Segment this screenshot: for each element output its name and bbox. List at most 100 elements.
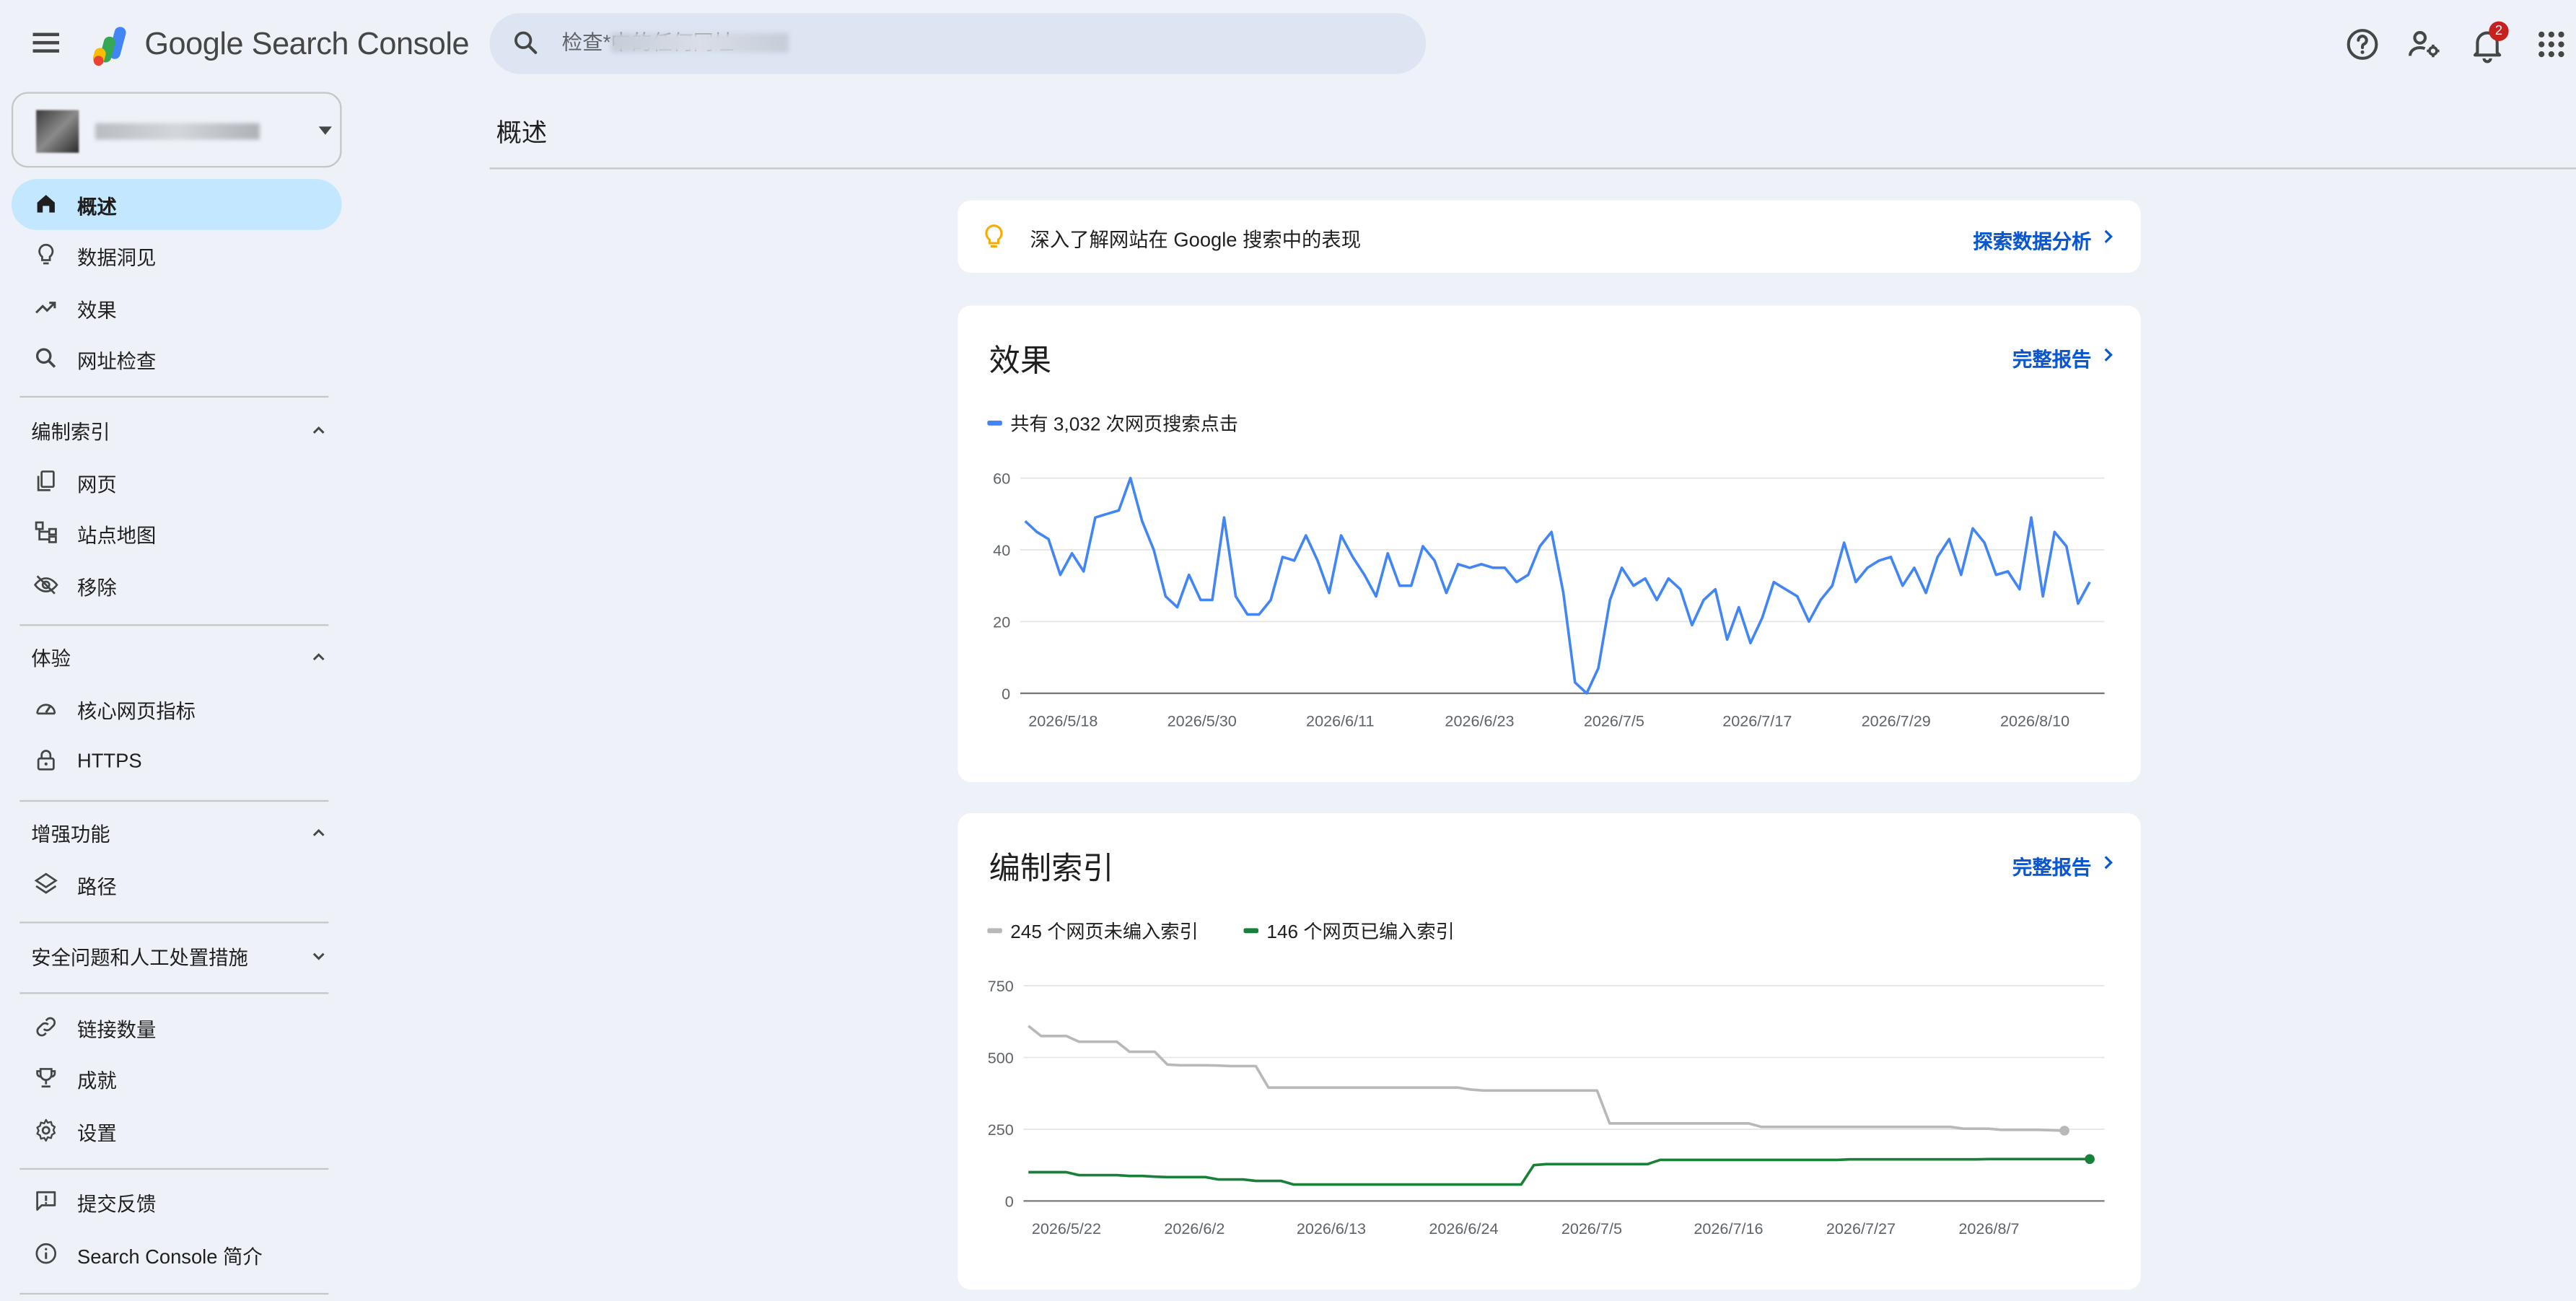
page-title: 概述 bbox=[496, 120, 548, 148]
divider bbox=[489, 167, 2576, 170]
y-tick-label: 20 bbox=[993, 613, 1010, 631]
property-name-redacted bbox=[95, 123, 260, 140]
sidebar-item-core-web-vitals[interactable]: 核心网页指标 bbox=[12, 683, 342, 735]
legend-label: 146 个网页已编入索引 bbox=[1266, 923, 1455, 943]
manage-users-icon[interactable] bbox=[2405, 25, 2445, 64]
sidebar-item-removals[interactable]: 移除 bbox=[12, 560, 342, 611]
sidebar-item-label: 效果 bbox=[77, 299, 117, 323]
legend-swatch bbox=[987, 929, 1002, 934]
legend-swatch bbox=[987, 421, 1002, 426]
sidebar-item-url-inspection[interactable]: 网址检查 bbox=[12, 333, 342, 385]
caret-down-icon bbox=[318, 126, 332, 135]
full-report-link[interactable]: 完整报告 bbox=[2012, 345, 2091, 373]
x-tick-label: 2026/5/22 bbox=[1032, 1219, 1101, 1238]
sidebar-item-breadcrumbs[interactable]: 路径 bbox=[12, 859, 342, 911]
y-tick-label: 0 bbox=[1005, 1192, 1014, 1210]
full-report-link[interactable]: 完整报告 bbox=[2012, 853, 2091, 881]
sidebar-item-label: 核心网页指标 bbox=[77, 699, 196, 723]
section-label: 安全问题和人工处置措施 bbox=[31, 946, 248, 970]
sidebar-item-label: 成就 bbox=[77, 1069, 117, 1093]
pages-icon bbox=[37, 470, 55, 491]
sidebar-item-label: 链接数量 bbox=[77, 1018, 157, 1042]
legend-swatch bbox=[1243, 929, 1259, 934]
sitemap-icon bbox=[35, 521, 57, 543]
divider bbox=[19, 1168, 329, 1170]
y-tick-label: 500 bbox=[988, 1048, 1014, 1066]
trophy-icon bbox=[36, 1068, 56, 1088]
lock-icon bbox=[37, 750, 55, 771]
help-icon[interactable] bbox=[2343, 25, 2383, 64]
search-console-logo-icon bbox=[92, 27, 126, 66]
sidebar-item-pages[interactable]: 网页 bbox=[12, 457, 342, 508]
section-enhancements[interactable]: 增强功能 bbox=[12, 813, 342, 853]
y-tick-label: 250 bbox=[988, 1121, 1014, 1139]
divider bbox=[19, 624, 329, 626]
x-tick-label: 2026/7/29 bbox=[1862, 711, 1931, 730]
legend-label: 245 个网页未编入索引 bbox=[1010, 923, 1199, 943]
top-bar: Google Search Console 2 bbox=[0, 0, 2576, 89]
x-tick-label: 2026/7/16 bbox=[1694, 1219, 1763, 1238]
app-window: Google Search Console 2 概述 数据洞见 bbox=[0, 0, 2576, 1301]
sidebar-item-sitemaps[interactable]: 站点地图 bbox=[12, 508, 342, 559]
property-selector[interactable] bbox=[11, 92, 342, 168]
x-tick-label: 2026/7/17 bbox=[1722, 711, 1792, 730]
search-icon bbox=[35, 348, 56, 368]
layers-icon bbox=[34, 872, 58, 894]
insights-tip-card: 深入了解网站在 Google 搜索中的表现 探索数据分析 bbox=[958, 200, 2141, 273]
speed-icon bbox=[36, 704, 56, 715]
legend-item-not-indexed[interactable]: 245 个网页未编入索引 bbox=[987, 919, 1199, 945]
sidebar-item-https[interactable]: HTTPS bbox=[12, 736, 342, 787]
sidebar-item-label: 概述 bbox=[77, 195, 117, 219]
main-menu-button[interactable] bbox=[26, 25, 66, 64]
series-end-point bbox=[2085, 1154, 2095, 1165]
sidebar-item-about[interactable]: Search Console 简介 bbox=[12, 1229, 342, 1280]
trending-up-icon bbox=[35, 302, 56, 314]
sidebar-item-label: 设置 bbox=[77, 1122, 117, 1145]
series-end-point bbox=[2059, 1126, 2069, 1136]
feedback-icon bbox=[36, 1191, 56, 1211]
series-line bbox=[1028, 1157, 2090, 1186]
x-tick-label: 2026/6/11 bbox=[1306, 711, 1375, 730]
sidebar-item-label: 路径 bbox=[77, 875, 117, 899]
sidebar-item-achievements[interactable]: 成就 bbox=[12, 1053, 342, 1104]
legend-item-clicks[interactable]: 共有 3,032 次网页搜索点击 bbox=[987, 411, 1238, 437]
sidebar-item-settings[interactable]: 设置 bbox=[12, 1105, 342, 1157]
chevron-right-icon bbox=[2104, 229, 2113, 243]
sidebar-item-label: 网址检查 bbox=[77, 349, 157, 373]
section-security-manual-actions[interactable]: 安全问题和人工处置措施 bbox=[12, 937, 342, 976]
link-icon bbox=[36, 1017, 56, 1037]
property-favicon bbox=[36, 110, 79, 153]
clicks-line-chart: 0 20 40 60 2026/5/18 2026/5/30 2026/6/11 2026/6… bbox=[993, 470, 2105, 730]
x-tick-label: 2026/5/18 bbox=[1028, 711, 1098, 730]
divider bbox=[19, 992, 329, 994]
x-tick-label: 2026/5/30 bbox=[1167, 711, 1237, 730]
section-indexing[interactable]: 编制索引 bbox=[12, 411, 342, 450]
x-tick-label: 2026/8/10 bbox=[2000, 711, 2069, 730]
explore-insights-link[interactable]: 探索数据分析 bbox=[1973, 227, 2091, 255]
legend-label: 共有 3,032 次网页搜索点击 bbox=[1010, 416, 1238, 436]
series-line bbox=[1028, 1025, 2065, 1132]
sidebar-item-links[interactable]: 链接数量 bbox=[12, 1002, 342, 1053]
y-tick-label: 40 bbox=[993, 541, 1010, 559]
notification-badge: 2 bbox=[2489, 21, 2509, 41]
indexing-line-chart: 0 250 500 750 2026/5/22 2026/6/2 2026/6/13 2026… bbox=[988, 977, 2105, 1238]
apps-grid-icon[interactable] bbox=[2532, 25, 2572, 64]
section-experience[interactable]: 体验 bbox=[12, 637, 342, 677]
sidebar-item-feedback[interactable]: 提交反馈 bbox=[12, 1176, 342, 1227]
sidebar-item-performance[interactable]: 效果 bbox=[12, 283, 342, 334]
sidebar-item-label: 网页 bbox=[77, 473, 117, 496]
sidebar-item-insights[interactable]: 数据洞见 bbox=[12, 230, 342, 281]
x-tick-label: 2026/6/24 bbox=[1429, 1219, 1498, 1238]
indexing-card: 编制索引 完整报告 245 个网页未编入索引 146 个网页已编入索引 0 250… bbox=[958, 813, 2141, 1290]
chevron-right-icon bbox=[2104, 348, 2113, 362]
legend-item-indexed[interactable]: 146 个网页已编入索引 bbox=[1243, 919, 1455, 945]
tip-text: 深入了解网站在 Google 搜索中的表现 bbox=[1030, 228, 1362, 252]
y-tick-label: 0 bbox=[1002, 685, 1010, 703]
gear-icon bbox=[36, 1118, 56, 1142]
y-tick-label: 750 bbox=[988, 977, 1014, 995]
sidebar-item-label: 数据洞见 bbox=[77, 246, 157, 270]
chevron-right-icon bbox=[2104, 856, 2113, 869]
performance-card: 效果 完整报告 共有 3,032 次网页搜索点击 0 20 40 60 2026/5/1… bbox=[958, 305, 2141, 782]
info-icon bbox=[35, 1243, 57, 1264]
sidebar-item-overview[interactable]: 概述 bbox=[11, 179, 342, 230]
